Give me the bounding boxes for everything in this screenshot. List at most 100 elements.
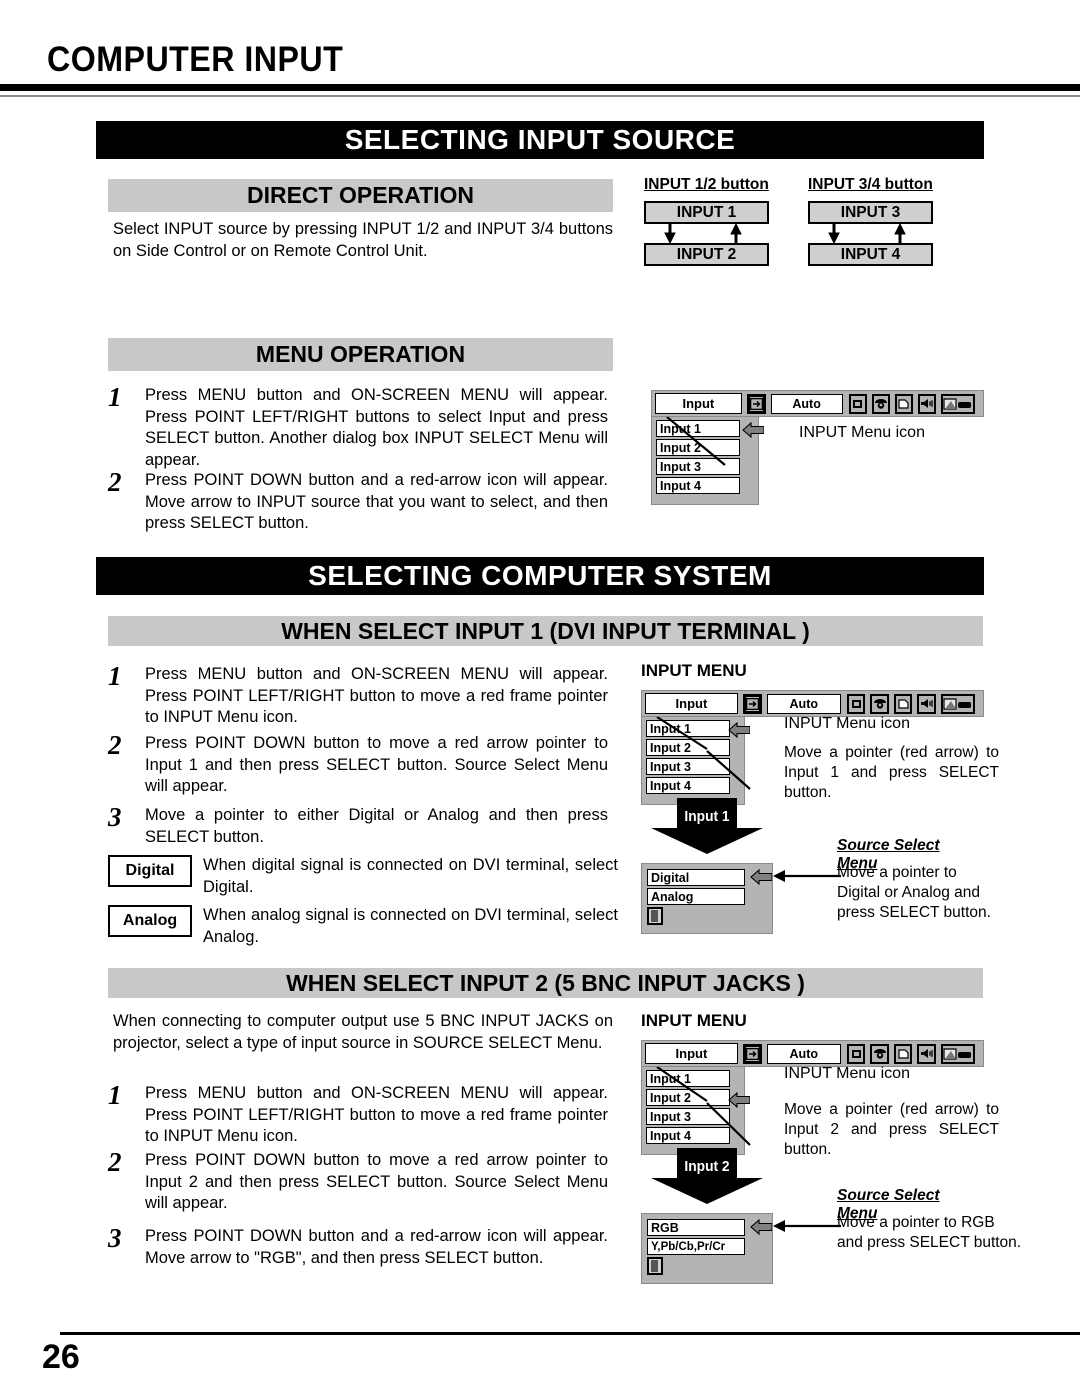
pc-adjust-icon[interactable] (893, 1043, 913, 1064)
osd-auto-button[interactable]: Auto (766, 1043, 841, 1064)
step-text: Press POINT DOWN button to move a red ar… (145, 1151, 608, 1212)
input-12-group-title: INPUT 1/2 button (644, 176, 769, 193)
source-select-leader-bnc (771, 1218, 843, 1239)
osd-input-menu-diagram-1: Input Auto Input 1 Input 2 Input 3 Input… (651, 390, 984, 505)
down-banner-input-1: Input 1 (649, 798, 765, 854)
bnc-section-body: When connecting to computer output use 5… (113, 1012, 613, 1052)
screen-icon[interactable] (848, 393, 867, 414)
input-2-button[interactable]: INPUT 2 (644, 243, 769, 266)
input-34-button-group: INPUT 3/4 button INPUT 3 INPUT 4 (808, 176, 933, 266)
osd-input-tab[interactable]: Input (645, 693, 738, 714)
input-menu-icon[interactable] (742, 693, 762, 714)
osd2-pointer-callout: Move a pointer (red arrow) to Input 1 an… (784, 744, 999, 801)
red-arrow-pointer-icon (750, 868, 773, 886)
osd2-callout-leaders (655, 716, 805, 802)
setting-icon[interactable] (941, 1043, 975, 1064)
analog-key-label: Analog (108, 905, 192, 937)
osd-auto-button[interactable]: Auto (770, 393, 843, 414)
screen-icon[interactable] (846, 693, 866, 714)
digital-key-label: Digital (108, 855, 192, 887)
osd-menu-bar: Input Auto (651, 390, 984, 417)
input-menu-icon[interactable] (746, 393, 766, 414)
osd1-callout-leader (665, 416, 795, 480)
setting-icon[interactable] (941, 393, 976, 414)
step-text: Press POINT DOWN button and a red-arrow … (145, 471, 608, 532)
screen-icon[interactable] (846, 1043, 866, 1064)
setting-icon[interactable] (941, 693, 975, 714)
menu-operation-step-2: 2 Press POINT DOWN button and a red-arro… (108, 467, 608, 535)
digital-key-description: When digital signal is connected on DVI … (203, 856, 618, 896)
exit-door-icon[interactable] (647, 907, 663, 925)
digital-key-row: Digital When digital signal is connected… (108, 855, 618, 898)
step-text: Press MENU button and ON-SCREEN MENU wil… (145, 1084, 608, 1145)
source-item-component[interactable]: Y,Pb/Cb,Pr/Cr (647, 1238, 745, 1255)
direct-operation-body: Select INPUT source by pressing INPUT 1/… (113, 220, 613, 260)
step-number: 1 (108, 661, 122, 691)
footer-rule (60, 1332, 1080, 1335)
color-adjust-icon[interactable] (870, 693, 889, 714)
input-12-button-group: INPUT 1/2 button INPUT 1 INPUT 2 (644, 176, 769, 266)
down-banner-input-2: Input 2 (649, 1148, 765, 1204)
pc-adjust-icon[interactable] (893, 693, 913, 714)
step-number: 1 (108, 1080, 122, 1110)
section-banner-computer-system: SELECTING COMPUTER SYSTEM (96, 557, 984, 595)
source-select-menu-bnc: RGB Y,Pb/Cb,Pr/Cr (641, 1213, 773, 1284)
osd-input-tab[interactable]: Input (655, 393, 742, 414)
source-select-menu-dvi: Digital Analog (641, 863, 773, 934)
dvi-step-2: 2 Press POINT DOWN button to move a red … (108, 730, 608, 798)
osd-input-menu-diagram-3: INPUT MENU Input Auto Input 1 Input 2 In… (641, 1011, 1021, 1284)
input-12-cycle-arrows (644, 224, 769, 243)
osd-input-menu-diagram-2: INPUT MENU Input Auto Input 1 Input 2 In… (641, 661, 999, 934)
step-text: Press MENU button and ON-SCREEN MENU wil… (145, 386, 608, 469)
osd-auto-button[interactable]: Auto (766, 693, 841, 714)
color-adjust-icon[interactable] (870, 1043, 889, 1064)
step-text: Press MENU button and ON-SCREEN MENU wil… (145, 665, 608, 726)
sound-icon[interactable] (917, 393, 937, 414)
down-banner-label: Input 2 (684, 1158, 730, 1175)
source-item-digital[interactable]: Digital (647, 869, 745, 886)
osd2-input-menu-icon-callout: INPUT Menu icon (784, 715, 910, 732)
subsection-header-menu-operation: MENU OPERATION (108, 338, 613, 371)
input-4-button[interactable]: INPUT 4 (808, 243, 933, 266)
source-item-analog[interactable]: Analog (647, 888, 745, 905)
bnc-step-2: 2 Press POINT DOWN button to move a red … (108, 1147, 608, 1215)
source-select-leader-dvi (771, 868, 843, 889)
menu-operation-step-1: 1 Press MENU button and ON-SCREEN MENU w… (108, 382, 608, 471)
header-rule-thin (0, 95, 1080, 97)
osd3-input-menu-icon-callout: INPUT Menu icon (784, 1065, 910, 1082)
sound-icon[interactable] (917, 693, 936, 714)
input-3-button[interactable]: INPUT 3 (808, 201, 933, 224)
subsection-header-bnc: WHEN SELECT INPUT 2 (5 BNC INPUT JACKS ) (108, 968, 983, 998)
step-text: Press POINT DOWN button and a red-arrow … (145, 1227, 608, 1267)
step-text: Move a pointer to either Digital or Anal… (145, 806, 608, 846)
analog-key-row: Analog When analog signal is connected o… (108, 905, 618, 948)
dvi-step-1: 1 Press MENU button and ON-SCREEN MENU w… (108, 661, 608, 729)
color-adjust-icon[interactable] (871, 393, 890, 414)
bnc-step-1: 1 Press MENU button and ON-SCREEN MENU w… (108, 1080, 608, 1148)
step-text: Press POINT DOWN button to move a red ar… (145, 734, 608, 795)
header-rule-thick (0, 84, 1080, 91)
input-menu-header: INPUT MENU (641, 1011, 747, 1030)
step-number: 2 (108, 730, 122, 760)
dvi-step-3: 3 Move a pointer to either Digital or An… (108, 802, 608, 848)
source-item-rgb[interactable]: RGB (647, 1219, 745, 1236)
pc-adjust-icon[interactable] (894, 393, 913, 414)
input-34-group-title: INPUT 3/4 button (808, 176, 933, 193)
osd1-input-menu-icon-callout: INPUT Menu icon (799, 424, 925, 441)
section-banner-input-source: SELECTING INPUT SOURCE (96, 121, 984, 159)
red-arrow-pointer-icon (750, 1218, 773, 1236)
osd3-pointer-callout: Move a pointer (red arrow) to Input 2 an… (784, 1101, 999, 1158)
step-number: 3 (108, 802, 122, 832)
exit-door-icon[interactable] (647, 1257, 663, 1275)
osd-input-tab[interactable]: Input (645, 1043, 738, 1064)
sound-icon[interactable] (917, 1043, 936, 1064)
source-select-callout-bnc: Move a pointer to RGB and press SELECT b… (837, 1214, 1022, 1251)
page-title: COMPUTER INPUT (47, 40, 344, 79)
down-banner-label: Input 1 (684, 808, 730, 825)
bnc-step-3: 3 Press POINT DOWN button and a red-arro… (108, 1223, 608, 1269)
input-menu-icon[interactable] (742, 1043, 762, 1064)
analog-key-description: When analog signal is connected on DVI t… (203, 906, 618, 946)
subsection-header-direct-operation: DIRECT OPERATION (108, 179, 613, 212)
step-number: 1 (108, 382, 122, 412)
input-1-button[interactable]: INPUT 1 (644, 201, 769, 224)
